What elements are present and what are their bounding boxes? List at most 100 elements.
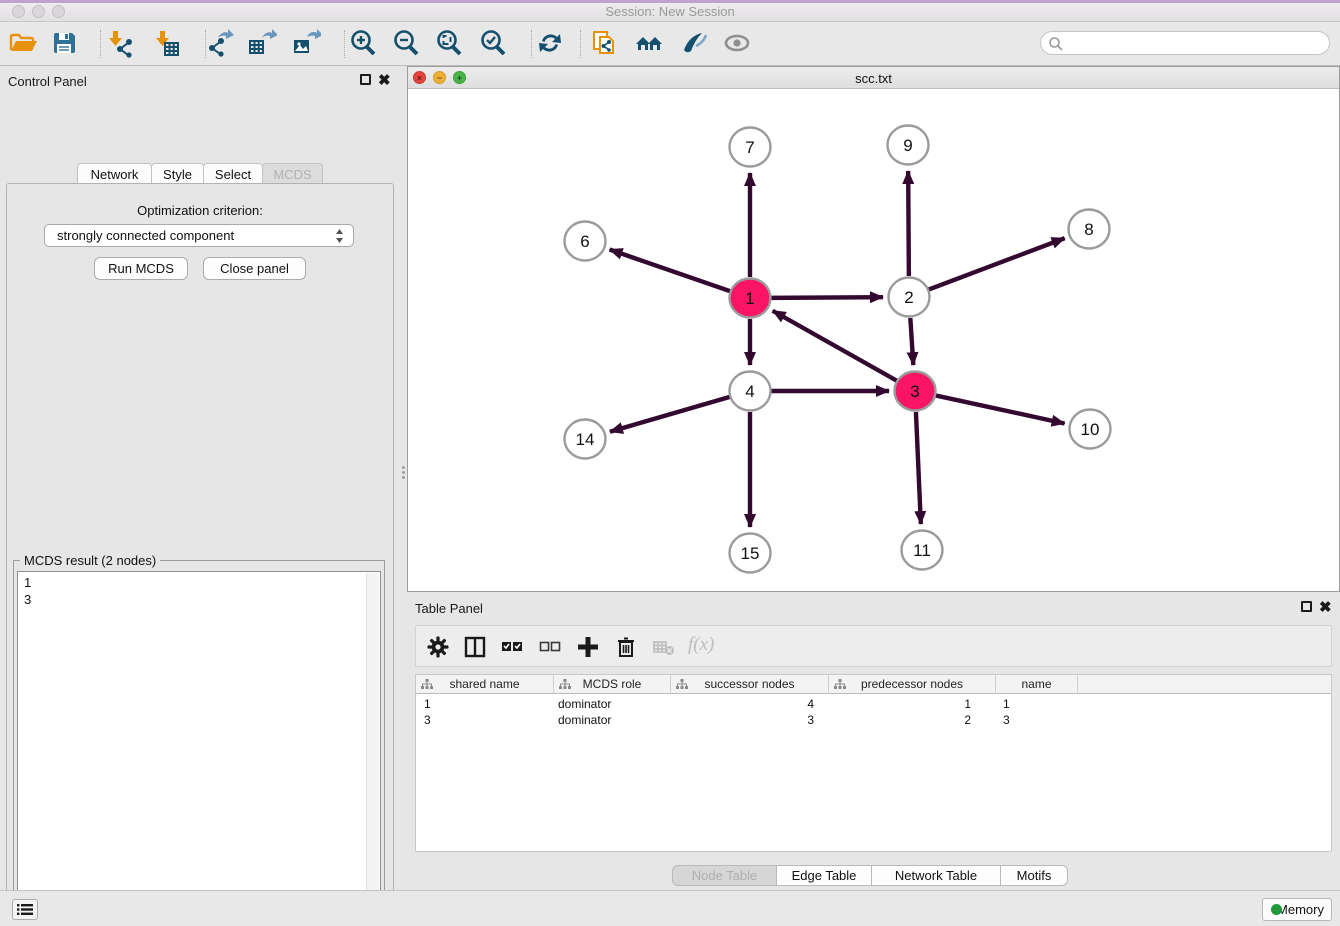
zoom-in-icon[interactable] — [348, 28, 378, 58]
table-cell[interactable]: 3 — [671, 712, 829, 728]
add-column-icon[interactable] — [576, 635, 600, 659]
hide-selected-icon[interactable] — [722, 28, 752, 58]
tab-node-table[interactable]: Node Table — [672, 865, 777, 886]
mcds-result-box: MCDS result (2 nodes) 1 3 — [13, 560, 385, 926]
tab-edge-table[interactable]: Edge Table — [777, 865, 872, 886]
delete-table-icon[interactable] — [652, 635, 676, 659]
close-panel-button[interactable]: Close panel — [203, 257, 306, 280]
graph-edge-2-9[interactable] — [908, 171, 909, 276]
table-cell[interactable]: 4 — [671, 696, 829, 712]
function-builder-icon[interactable]: f(x) — [688, 634, 714, 656]
svg-text:1: 1 — [745, 289, 754, 308]
column-header-successor-nodes[interactable]: successor nodes — [671, 675, 829, 694]
graph-node-15[interactable]: 15 — [730, 534, 771, 573]
open-file-icon[interactable] — [8, 28, 38, 58]
zoom-fit-icon[interactable] — [434, 28, 464, 58]
gear-icon[interactable] — [426, 635, 450, 659]
dropdown-value: strongly connected component — [57, 228, 234, 243]
hierarchy-icon — [676, 679, 688, 690]
graph-node-14[interactable]: 14 — [565, 420, 606, 459]
svg-text:10: 10 — [1081, 420, 1100, 439]
column-header-MCDS-role[interactable]: MCDS role — [554, 675, 671, 694]
network-canvas[interactable]: 1 2 3 4 6 7 8 9 10 11 14 15 — [408, 89, 1339, 591]
result-scrollbar[interactable] — [366, 573, 379, 926]
search-input[interactable] — [1040, 31, 1330, 55]
close-table-panel-icon[interactable]: ✖ — [1319, 602, 1332, 613]
export-network-icon[interactable] — [204, 28, 234, 58]
delete-column-icon[interactable] — [614, 635, 638, 659]
table-cell[interactable]: 3 — [416, 712, 554, 728]
graph-node-3[interactable]: 3 — [895, 372, 936, 411]
tab-network[interactable]: Network — [77, 163, 152, 184]
network-view-window: × − + scc.txt 1 2 3 4 6 7 8 9 10 11 14 15 — [407, 66, 1340, 592]
memory-status-icon — [1271, 904, 1282, 915]
zoom-selected-icon[interactable] — [478, 28, 508, 58]
close-panel-icon[interactable]: ✖ — [378, 75, 391, 86]
table-cell[interactable]: 1 — [996, 696, 1078, 712]
save-session-icon[interactable] — [49, 28, 79, 58]
graph-node-2[interactable]: 2 — [889, 278, 930, 317]
column-header-name[interactable]: name — [996, 675, 1078, 694]
graph-node-4[interactable]: 4 — [730, 372, 771, 411]
toolbar-separator — [100, 30, 101, 58]
optimization-criterion-select[interactable]: strongly connected component — [44, 224, 354, 247]
tab-select[interactable]: Select — [203, 163, 263, 184]
graph-edge-1-6[interactable] — [610, 249, 731, 291]
columns-icon[interactable] — [463, 635, 487, 659]
style-brush-icon[interactable] — [678, 28, 708, 58]
graph-edge-3-11[interactable] — [916, 412, 921, 524]
table-cell[interactable]: 1 — [829, 696, 996, 712]
tab-network-table[interactable]: Network Table — [872, 865, 1001, 886]
mcds-result-list[interactable]: 1 3 — [17, 571, 381, 926]
column-header-shared-name[interactable]: shared name — [416, 675, 554, 694]
graph-node-10[interactable]: 10 — [1070, 410, 1111, 449]
tab-motifs[interactable]: Motifs — [1001, 865, 1068, 886]
status-bar: Memory — [0, 890, 1340, 926]
main-toolbar — [0, 22, 1340, 66]
import-network-icon[interactable] — [104, 28, 134, 58]
network-window-title: scc.txt — [408, 71, 1339, 86]
graph-node-8[interactable]: 8 — [1069, 210, 1110, 249]
float-table-panel-icon[interactable] — [1301, 601, 1312, 612]
graph-edge-2-8[interactable] — [929, 238, 1065, 289]
svg-text:9: 9 — [903, 136, 912, 155]
graph-edge-1-2[interactable] — [771, 297, 883, 298]
task-history-button[interactable] — [12, 899, 38, 920]
graph-edge-4-14[interactable] — [610, 397, 730, 432]
table-cell[interactable]: 1 — [416, 696, 554, 712]
graph-edge-2-3[interactable] — [910, 318, 913, 365]
column-header-predecessor-nodes[interactable]: predecessor nodes — [829, 675, 996, 694]
table-toolbar: f(x) — [415, 625, 1332, 667]
float-panel-icon[interactable] — [360, 74, 371, 85]
export-table-icon[interactable] — [247, 28, 277, 58]
select-all-icon[interactable] — [500, 635, 524, 659]
table-cell[interactable]: dominator — [554, 696, 671, 712]
control-panel: Control Panel ✖ Network Style Select MCD… — [0, 66, 400, 890]
vertical-splitter[interactable] — [400, 66, 407, 890]
graph-edge-3-1[interactable] — [773, 311, 897, 381]
tab-style[interactable]: Style — [151, 163, 204, 184]
clone-network-icon[interactable] — [590, 28, 620, 58]
apply-layout-icon[interactable] — [535, 28, 565, 58]
export-image-icon[interactable] — [291, 28, 321, 58]
graph-node-11[interactable]: 11 — [902, 531, 943, 570]
unselect-all-icon[interactable] — [538, 635, 562, 659]
network-window-titlebar[interactable]: × − + scc.txt — [408, 67, 1339, 89]
table-cell[interactable]: dominator — [554, 712, 671, 728]
graph-node-1[interactable]: 1 — [730, 279, 771, 318]
table-cell[interactable]: 3 — [996, 712, 1078, 728]
hierarchy-icon — [421, 679, 433, 690]
svg-text:14: 14 — [576, 430, 595, 449]
run-mcds-button[interactable]: Run MCDS — [94, 257, 188, 280]
mcds-result-title: MCDS result (2 nodes) — [20, 553, 160, 568]
first-neighbors-icon[interactable] — [634, 28, 664, 58]
table-cell[interactable]: 2 — [829, 712, 996, 728]
import-table-icon[interactable] — [151, 28, 181, 58]
graph-edge-3-10[interactable] — [936, 395, 1065, 423]
graph-node-9[interactable]: 9 — [888, 126, 929, 165]
zoom-out-icon[interactable] — [391, 28, 421, 58]
memory-button[interactable]: Memory — [1262, 898, 1332, 921]
graph-node-6[interactable]: 6 — [565, 222, 606, 261]
graph-node-7[interactable]: 7 — [730, 128, 771, 167]
tab-mcds[interactable]: MCDS — [262, 163, 323, 184]
